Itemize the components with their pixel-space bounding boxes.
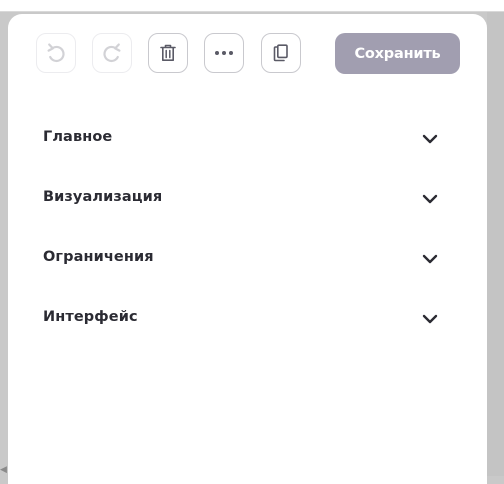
section-visualization[interactable]: Визуализация bbox=[43, 179, 438, 239]
copy-button[interactable] bbox=[261, 33, 301, 73]
toolbar: Сохранить bbox=[36, 33, 466, 75]
delete-button[interactable] bbox=[148, 33, 188, 73]
section-label: Визуализация bbox=[43, 189, 163, 205]
section-interface[interactable]: Интерфейс bbox=[43, 299, 438, 359]
more-button[interactable] bbox=[204, 33, 244, 73]
section-restrictions[interactable]: Ограничения bbox=[43, 239, 438, 299]
chevron-down-icon[interactable] bbox=[422, 192, 438, 206]
copy-icon bbox=[273, 44, 288, 62]
editor-panel: Сохранить Главное Визуализация Ограничен… bbox=[8, 14, 487, 484]
more-horizontal-icon bbox=[215, 51, 233, 55]
chevron-down-icon[interactable] bbox=[422, 312, 438, 326]
section-main[interactable]: Главное bbox=[43, 119, 438, 179]
settings-sections: Главное Визуализация Ограничения Интерфе… bbox=[43, 119, 438, 359]
redo-button[interactable] bbox=[92, 33, 132, 73]
section-label: Интерфейс bbox=[43, 309, 138, 325]
section-label: Главное bbox=[43, 129, 113, 145]
save-button[interactable]: Сохранить bbox=[335, 33, 460, 74]
chevron-down-icon[interactable] bbox=[422, 252, 438, 266]
undo-button[interactable] bbox=[36, 33, 76, 73]
section-label: Ограничения bbox=[43, 249, 154, 265]
scrollbar[interactable] bbox=[487, 12, 504, 476]
undo-icon bbox=[47, 43, 65, 63]
chevron-down-icon[interactable] bbox=[422, 132, 438, 146]
trash-icon bbox=[160, 44, 176, 61]
resize-handle-icon[interactable]: ◀ bbox=[0, 462, 8, 476]
window-top-bar bbox=[0, 0, 504, 12]
redo-icon bbox=[103, 43, 121, 63]
